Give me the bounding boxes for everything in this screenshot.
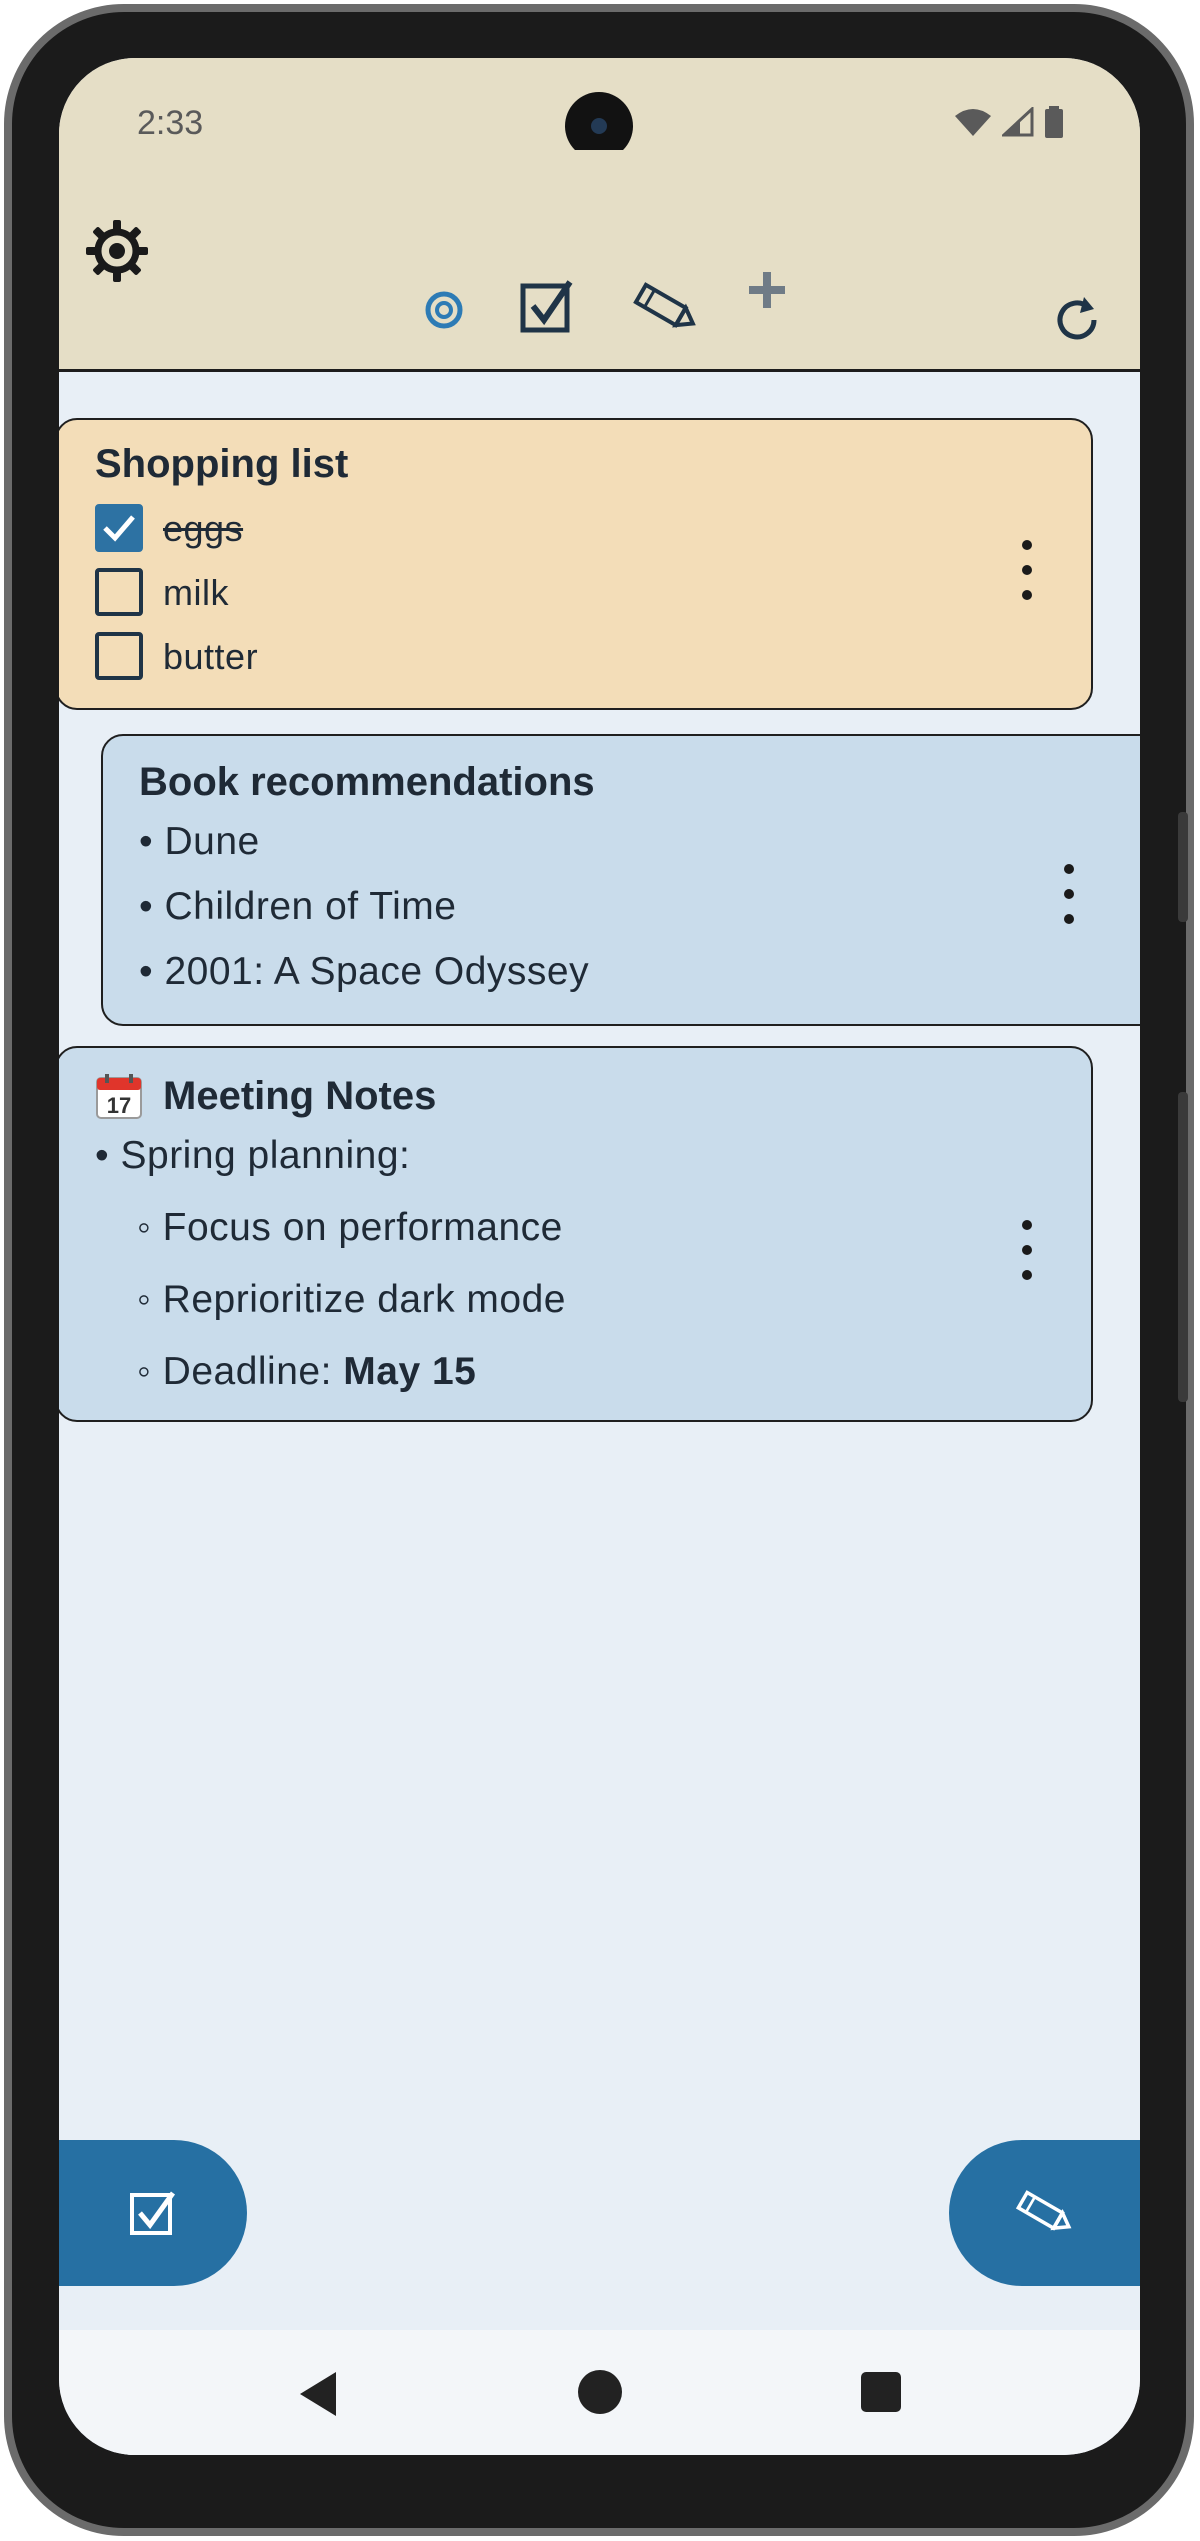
note-card-book-recommendations[interactable]: Book recommendations • Dune • Children o… [101, 734, 1140, 1026]
bullet-item: • Spring planning: [95, 1134, 411, 1177]
refresh-icon[interactable] [1049, 292, 1105, 348]
note-card-shopping-list[interactable]: Shopping list eggs milk butter [59, 418, 1093, 710]
screen: 2:33 Shopping list eggs milk butter Book… [59, 58, 1140, 2455]
deadline-label: ◦ Deadline: [137, 1350, 344, 1393]
power-button [1178, 812, 1188, 922]
svg-text:17: 17 [107, 1093, 131, 1118]
bullet-item: • 2001: A Space Odyssey [139, 950, 590, 993]
more-options-icon[interactable] [1007, 1220, 1047, 1280]
sub-bullet-item-deadline: ◦ Deadline: May 15 [137, 1350, 476, 1394]
checkmark-icon [103, 515, 135, 542]
plus-icon[interactable] [745, 268, 789, 312]
target-icon[interactable] [424, 290, 464, 330]
signal-icon [1002, 107, 1034, 137]
status-bar: 2:33 [59, 58, 1140, 160]
note-title: Book recommendations [139, 760, 595, 804]
sub-bullet-item: ◦ Focus on performance [137, 1206, 563, 1249]
deadline-value: May 15 [343, 1350, 477, 1393]
bullet-item: • Children of Time [139, 885, 457, 928]
notes-list: Shopping list eggs milk butter Book reco… [59, 372, 1140, 2292]
navigation-bar [59, 2330, 1140, 2455]
battery-icon [1045, 106, 1063, 138]
bullet-item: • Dune [139, 820, 260, 863]
checklist-item-text: milk [163, 572, 229, 613]
pencil-icon [1015, 2190, 1071, 2231]
pencil-icon[interactable] [631, 278, 701, 338]
more-options-icon[interactable] [1007, 540, 1047, 600]
more-options-icon[interactable] [1049, 864, 1089, 924]
volume-button [1178, 1092, 1188, 1402]
checkbox-unchecked[interactable] [95, 632, 143, 680]
checklist-item-text: eggs [163, 508, 244, 549]
new-checklist-button[interactable] [59, 2140, 247, 2286]
note-title: Shopping list [95, 442, 349, 486]
system-icons [954, 106, 1064, 138]
status-time: 2:33 [137, 104, 204, 142]
new-note-button[interactable] [949, 2140, 1140, 2286]
sub-bullet-item: ◦ Reprioritize dark mode [137, 1278, 566, 1321]
checkbox-unchecked[interactable] [95, 568, 143, 616]
back-icon[interactable] [296, 2370, 340, 2418]
note-title: Meeting Notes [163, 1074, 437, 1118]
note-card-meeting-notes[interactable]: 17 Meeting Notes • Spring planning: ◦ Fo… [59, 1046, 1093, 1422]
home-icon[interactable] [576, 2368, 624, 2416]
toolbar [59, 150, 1140, 372]
gear-icon[interactable] [82, 216, 152, 286]
recents-icon[interactable] [859, 2370, 903, 2414]
checkbox-checked[interactable] [95, 504, 143, 552]
checkbox-icon [130, 2191, 176, 2235]
checkbox-icon[interactable] [520, 278, 576, 334]
calendar-icon: 17 [95, 1074, 143, 1120]
checklist-item-text: butter [163, 636, 259, 677]
wifi-icon [955, 109, 991, 136]
